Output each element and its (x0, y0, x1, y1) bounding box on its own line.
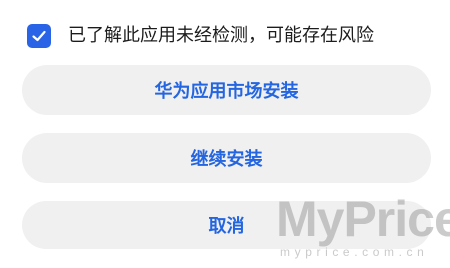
huawei-appgallery-install-button[interactable]: 华为应用市场安装 (22, 65, 431, 115)
risk-consent-checkbox[interactable] (27, 24, 51, 48)
continue-install-button[interactable]: 继续安装 (22, 133, 431, 183)
cancel-button[interactable]: 取消 (22, 201, 431, 249)
risk-consent-row[interactable]: 已了解此应用未经检测，可能存在风险 (27, 23, 374, 49)
risk-consent-label: 已了解此应用未经检测，可能存在风险 (68, 25, 374, 46)
checkmark-icon (32, 30, 46, 42)
